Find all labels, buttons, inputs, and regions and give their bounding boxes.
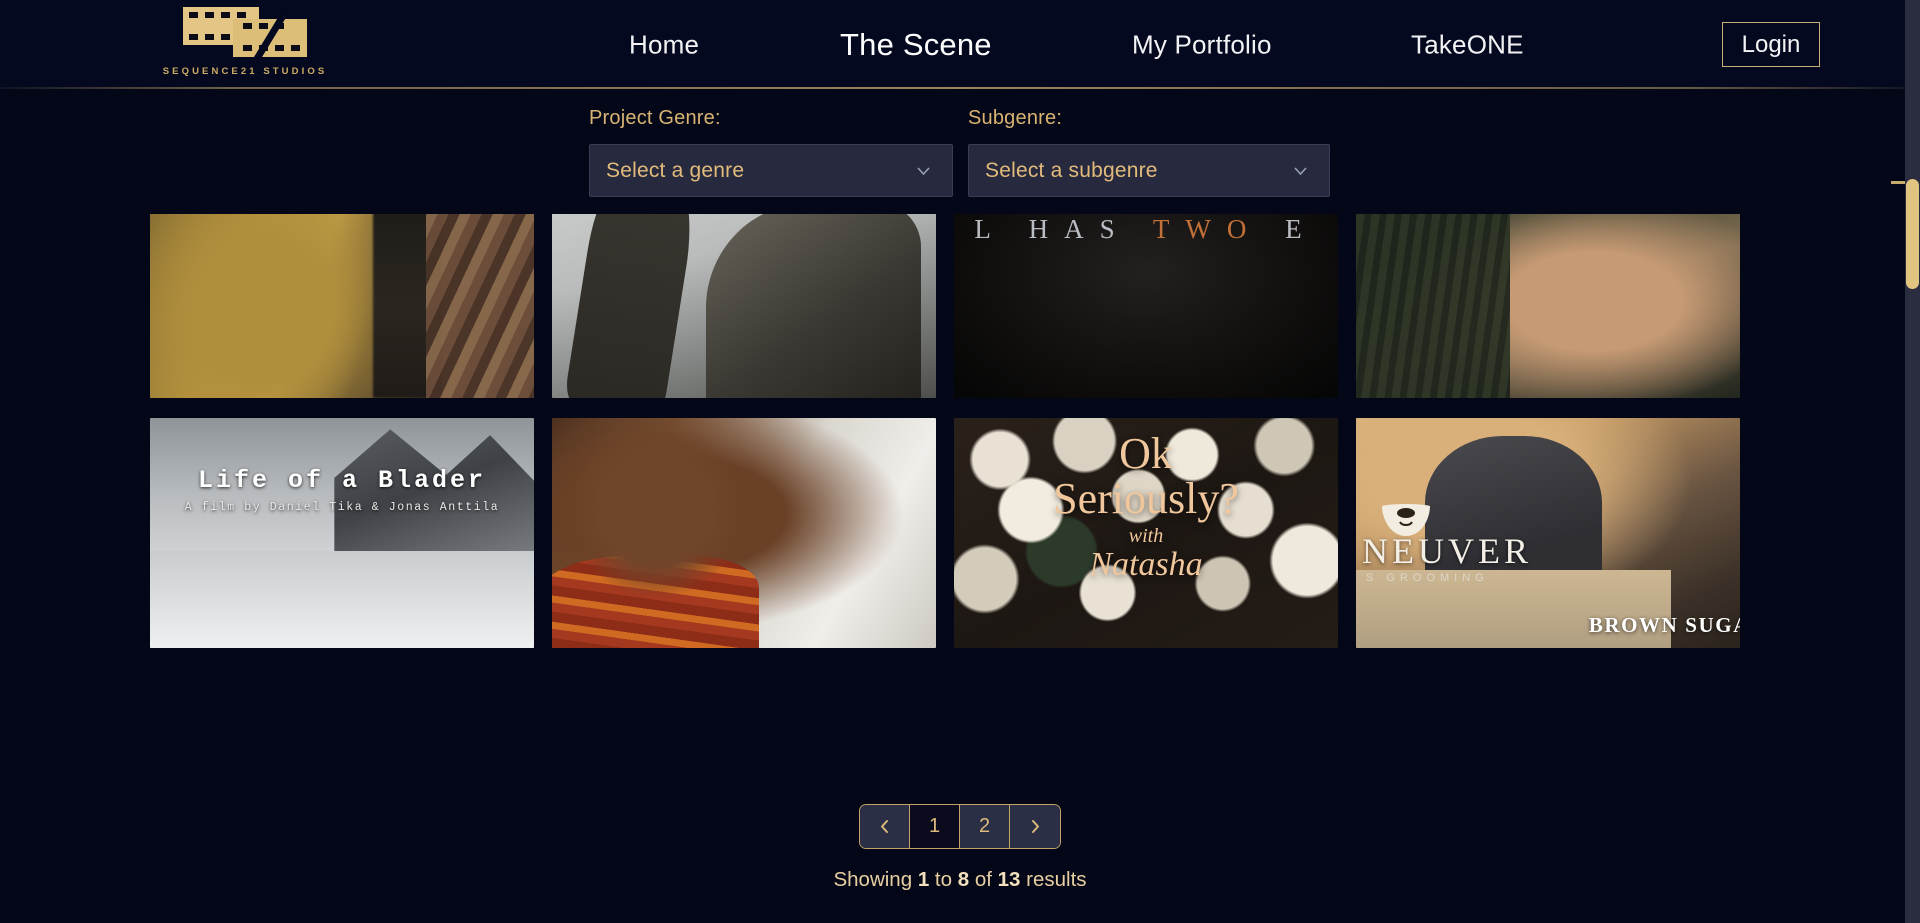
results-summary: Showing 1 to 8 of 13 results <box>833 868 1086 892</box>
results-mid-2: of <box>969 868 998 891</box>
nav-item-the-scene[interactable]: The Scene <box>840 27 992 63</box>
brand-tagline-overlay: S GROOMING <box>1366 572 1489 584</box>
results-mid-1: to <box>929 868 958 891</box>
results-to: 8 <box>957 868 970 891</box>
login-button[interactable]: Login <box>1722 22 1820 67</box>
pagination-page-1[interactable]: 1 <box>910 805 960 848</box>
project-overlay-title: Life of a Blader A film by Daniel Tika &… <box>150 466 534 514</box>
genre-select[interactable]: Select a genre <box>589 144 953 197</box>
project-card[interactable] <box>552 418 936 648</box>
project-thumbnail <box>552 214 936 398</box>
film-credit: A film by Daniel Tika & Jonas Anttila <box>184 501 500 514</box>
project-thumbnail <box>150 418 534 648</box>
genre-filter-group: Project Genre: Select a genre <box>589 107 953 197</box>
results-suffix: results <box>1020 868 1087 891</box>
show-host-prefix: with <box>1128 524 1164 547</box>
project-thumbnail <box>1356 214 1740 398</box>
results-from: 1 <box>917 868 930 891</box>
project-thumbnail <box>552 418 936 648</box>
overlay-text-pre: L HAS <box>974 214 1153 244</box>
project-grid-viewport: L HAS TWO E Life of a Blader A film by D… <box>0 214 1920 794</box>
show-title-line-2: Seriously? <box>1053 474 1239 523</box>
overlay-text-highlight: TWO <box>1152 214 1263 244</box>
subgenre-filter-group: Subgenre: Select a subgenre <box>968 107 1330 197</box>
results-total: 13 <box>997 868 1021 891</box>
project-grid: L HAS TWO E Life of a Blader A film by D… <box>150 214 1770 648</box>
nav-item-takeone[interactable]: TakeONE <box>1411 29 1524 60</box>
show-title-line-1: Ok <box>1119 429 1173 478</box>
results-prefix: Showing <box>833 868 918 891</box>
subgenre-select-value: Select a subgenre <box>985 158 1158 182</box>
nav-item-home[interactable]: Home <box>629 29 699 60</box>
pagination-prev-button[interactable] <box>860 805 910 848</box>
project-card[interactable]: Ok Seriously? with Natasha <box>954 418 1338 648</box>
film-title: Life of a Blader <box>197 466 487 495</box>
pagination-next-button[interactable] <box>1010 805 1060 848</box>
overlay-text-post: E <box>1262 214 1318 244</box>
chevron-down-icon <box>916 163 931 178</box>
project-card[interactable] <box>1356 214 1740 398</box>
genre-label: Project Genre: <box>589 107 721 129</box>
genre-select-value: Select a genre <box>606 158 745 182</box>
project-card[interactable] <box>552 214 936 398</box>
project-card[interactable]: L HAS TWO E <box>954 214 1338 398</box>
filter-bar: Project Genre: Select a genre Subgenre: … <box>0 89 1920 214</box>
nav-item-my-portfolio[interactable]: My Portfolio <box>1132 29 1272 60</box>
project-thumbnail <box>150 214 534 398</box>
pagination-page-2[interactable]: 2 <box>960 805 1010 848</box>
brand-name-overlay: NEUVER <box>1362 531 1532 571</box>
page-scrollbar[interactable] <box>1905 0 1920 923</box>
subgenre-select[interactable]: Select a subgenre <box>968 144 1330 197</box>
main-nav: Home The Scene My Portfolio TakeONE <box>0 0 1920 89</box>
project-card[interactable] <box>150 214 534 398</box>
project-card[interactable]: Life of a Blader A film by Daniel Tika &… <box>150 418 534 648</box>
chevron-right-icon <box>1031 820 1039 833</box>
pagination-zone: 1 2 Showing 1 to 8 of 13 results <box>0 794 1920 923</box>
project-overlay-title: L HAS TWO E <box>954 214 1338 245</box>
subgenre-label: Subgenre: <box>968 107 1063 129</box>
chevron-down-icon <box>1293 163 1308 178</box>
show-host-name: Natasha <box>1089 545 1203 583</box>
chevron-left-icon <box>881 820 888 833</box>
site-header: SEQUENCE21 STUDIOS Home The Scene My Por… <box>0 0 1920 89</box>
pagination: 1 2 <box>859 804 1061 849</box>
project-caption-overlay: BROWN SUGA <box>1588 613 1740 637</box>
scrollbar-thumb[interactable] <box>1906 179 1919 289</box>
project-overlay-title: Ok Seriously? with Natasha <box>954 432 1338 582</box>
project-card[interactable]: NEUVER S GROOMING BROWN SUGA <box>1356 418 1740 648</box>
